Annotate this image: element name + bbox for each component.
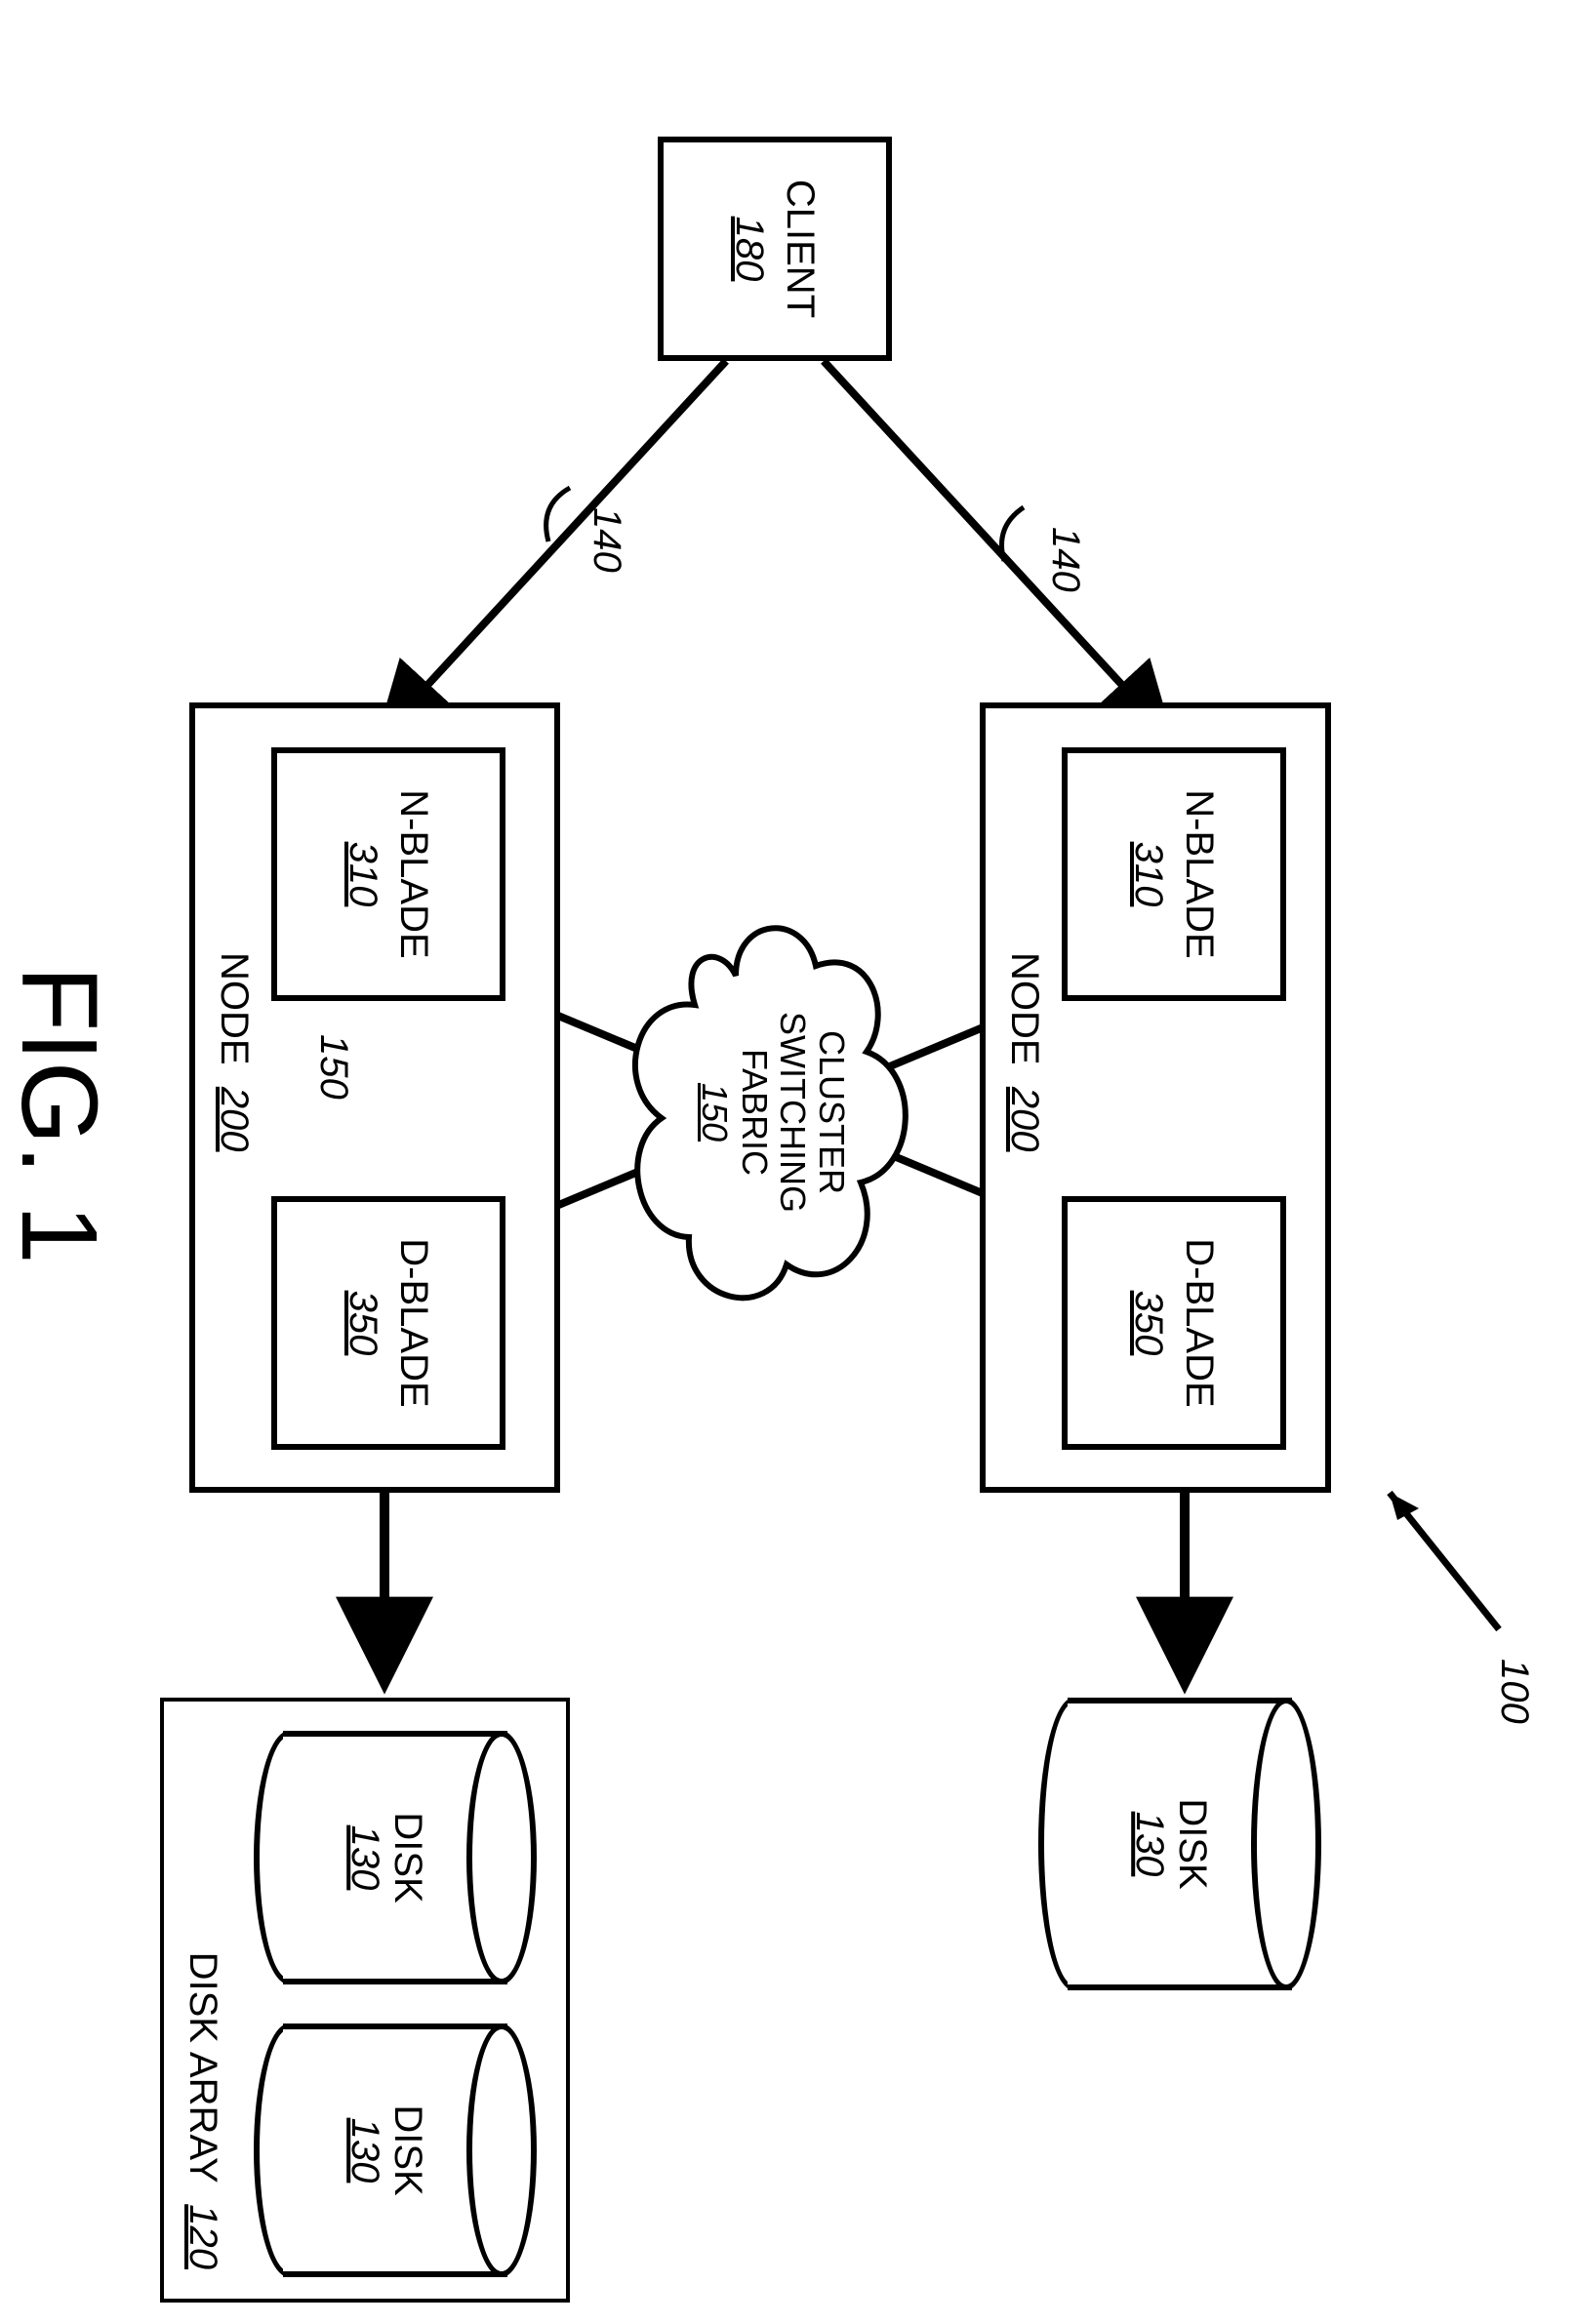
disk-array-ref: 120 [182, 2204, 224, 2269]
node-2-caption: NODE 200 [213, 952, 256, 1152]
nblade-1: N-BLADE 310 [1062, 747, 1286, 1001]
node-1-caption: NODE 200 [1003, 952, 1046, 1152]
fabric-line1: CLUSTER [812, 907, 851, 1317]
node-2: N-BLADE 310 D-BLADE 350 NODE 200 [189, 702, 560, 1493]
client-ref: 180 [728, 217, 772, 282]
fabric-link-150: 150 [311, 1034, 355, 1100]
figure-caption: FIG. 1 [0, 966, 121, 1264]
nblade-1-ref: 310 [1127, 842, 1171, 907]
link-140-top: 140 [1043, 527, 1087, 592]
dblade-1-ref: 350 [1127, 1291, 1171, 1356]
disk-array-item-1: DISK 130 [254, 1731, 537, 1984]
system-ref-arrow [1360, 1463, 1516, 1678]
fabric-cloud: CLUSTER SWITCHING FABRIC 150 [609, 907, 941, 1317]
nblade-2-ref: 310 [342, 842, 385, 907]
fabric-ref: 150 [695, 907, 735, 1317]
node-1-label: NODE [1003, 952, 1046, 1065]
node-1: N-BLADE 310 D-BLADE 350 NODE 200 [980, 702, 1331, 1493]
dblade-2: D-BLADE 350 [271, 1196, 505, 1450]
disk-b-ref: 130 [343, 2023, 386, 2277]
disk-single: DISK 130 [1038, 1698, 1321, 1990]
disk-b-label: DISK [386, 2023, 429, 2277]
disk-array-label: DISK ARRAY [182, 1952, 224, 2183]
nblade-2-label: N-BLADE [393, 789, 436, 958]
dblade-2-label: D-BLADE [393, 1238, 436, 1407]
disk-array: DISK 130 DISK 130 DISK ARRAY 120 [160, 1698, 570, 2303]
fabric-line2: SWITCHING [774, 907, 813, 1317]
dblade-2-ref: 350 [342, 1291, 385, 1356]
disk-single-label: DISK [1171, 1698, 1214, 1990]
system-ref: 100 [1492, 1659, 1536, 1724]
client-box: CLIENT 180 [658, 137, 892, 361]
node-2-ref: 200 [213, 1087, 256, 1152]
nblade-2: N-BLADE 310 [271, 747, 505, 1001]
disk-array-caption: DISK ARRAY 120 [182, 1952, 224, 2269]
disk-single-ref: 130 [1128, 1698, 1171, 1990]
link-140-bottom: 140 [585, 507, 628, 573]
dblade-1: D-BLADE 350 [1062, 1196, 1286, 1450]
node-2-label: NODE [213, 952, 256, 1065]
disk-a-ref: 130 [343, 1731, 386, 1984]
dblade-1-label: D-BLADE [1179, 1238, 1222, 1407]
node-1-ref: 200 [1003, 1087, 1046, 1152]
page: 100 CLIENT 180 140 140 N-BLADE 310 D-BLA… [0, 0, 1575, 2324]
disk-a-label: DISK [386, 1731, 429, 1984]
disk-array-item-2: DISK 130 [254, 2023, 537, 2277]
fabric-line3: FABRIC [735, 907, 774, 1317]
client-label: CLIENT [780, 180, 823, 318]
diagram-canvas: 100 CLIENT 180 140 140 N-BLADE 310 D-BLA… [0, 0, 1575, 2324]
nblade-1-label: N-BLADE [1179, 789, 1222, 958]
